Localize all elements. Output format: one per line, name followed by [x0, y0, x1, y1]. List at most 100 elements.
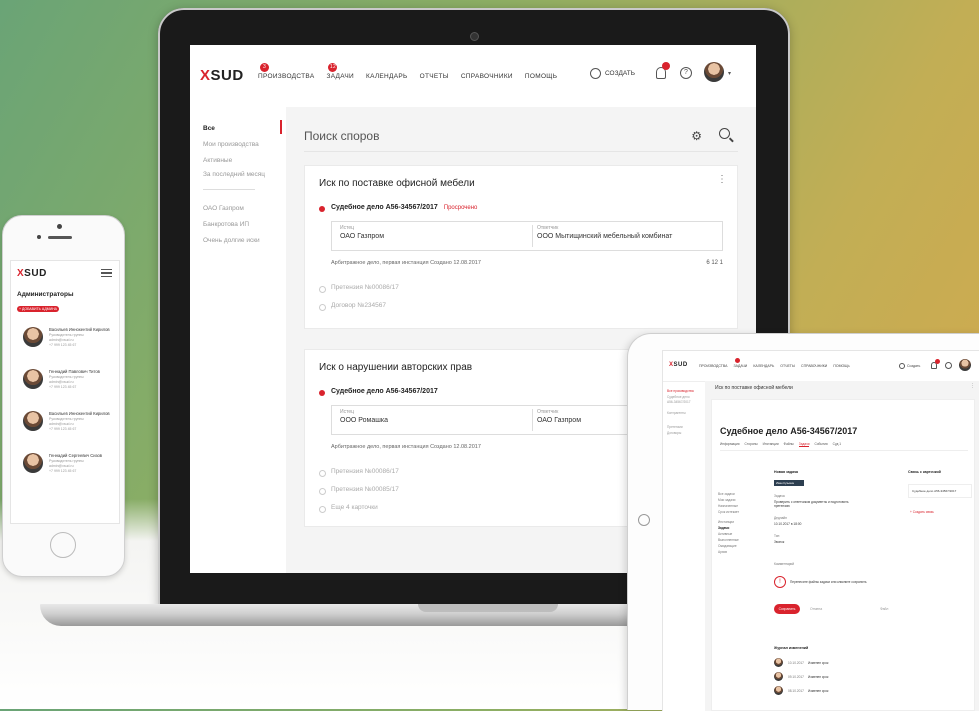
more-icon[interactable]: ⋮ [970, 383, 975, 389]
notification-badge [662, 62, 670, 70]
add-admin-button[interactable]: + ДОБАВИТЬ АДМИНА [17, 306, 59, 312]
tab-info[interactable]: Информация [720, 442, 740, 447]
linked-card[interactable]: Договор №234567 [318, 302, 386, 311]
card-title: Иск по поставке офисной мебели [715, 385, 793, 391]
avatar [23, 411, 43, 431]
filter-item-active[interactable]: Задачи [718, 526, 729, 530]
sidebar-item-last-month[interactable]: За последний месяц [203, 171, 265, 178]
more-icon[interactable]: ⋮ [717, 174, 727, 185]
list-item[interactable]: Геннадий Сергеевич Сизов Руководитель гр… [17, 449, 113, 483]
comment-field[interactable]: Комментарий [774, 562, 794, 566]
case-meta: Арбитражное дело, первая инстанция Созда… [331, 444, 481, 450]
deadline-field[interactable]: 10.10.2017 в 18:00 [774, 522, 801, 526]
linked-card[interactable]: Претензия №00086/17 [319, 468, 399, 477]
sidebar-item-gazprom[interactable]: ОАО Газпром [203, 205, 244, 212]
card-title: Иск по поставке офисной мебели [319, 178, 475, 189]
plaintiff: Истец ОАО Газпром [340, 225, 385, 240]
nav-tasks[interactable]: ЗАДАЧИ [733, 358, 747, 368]
linked-card[interactable]: Претензия №00085/17 [319, 486, 399, 495]
logo[interactable]: XSUD [669, 362, 688, 368]
assignee-chip[interactable]: Иван Кузьмин [774, 480, 804, 486]
help-icon[interactable] [945, 362, 952, 369]
plaintiff: Истец ООО Ромашка [340, 409, 388, 424]
tab-tasks[interactable]: Задачи [798, 442, 810, 447]
attach-button[interactable]: Файл [880, 607, 888, 611]
nav-calendar[interactable]: КАЛЕНДАРЬ [753, 364, 774, 368]
filter-item[interactable]: Ожидающие [718, 544, 737, 548]
filter-item[interactable]: Назначенные [718, 504, 738, 508]
plus-circle-icon [899, 363, 905, 369]
nav-productions[interactable]: ПРОИЗВОДСТВА [699, 364, 727, 368]
filter-item[interactable]: Инстанции [718, 520, 734, 524]
tab-files[interactable]: Файлы [784, 442, 794, 447]
filter-item[interactable]: Активные [718, 532, 732, 536]
home-button[interactable] [50, 532, 76, 558]
log-date: 10.10.2017 [788, 661, 804, 665]
sidebar-item[interactable]: Контрагенты [667, 411, 686, 415]
nav-calendar[interactable]: КАЛЕНДАРЬ [366, 73, 408, 80]
nav-reports[interactable]: ОТЧЕТЫ [420, 73, 449, 80]
main-nav: ПРОИЗВОДСТВА ЗАДАЧИ КАЛЕНДАРЬ ОТЧЕТЫ СПР… [699, 358, 850, 368]
sidebar-item[interactable]: Судебное дело [667, 395, 690, 399]
menu-icon[interactable] [101, 269, 112, 277]
linked-card[interactable]: Судебное дело А56-34567/2017 [908, 484, 972, 498]
sidebar-item-bankrotova[interactable]: Банкротова ИП [203, 221, 249, 228]
search-bar[interactable]: Поиск споров ⚙ [304, 121, 738, 152]
logo[interactable]: XSUD [17, 268, 47, 279]
sidebar-item[interactable]: А56-34567/2017 [667, 400, 691, 404]
tab-parties[interactable]: Стороны [745, 442, 758, 447]
nav-reports[interactable]: ОТЧЕТЫ [780, 364, 795, 368]
filter-item[interactable]: Срок истекает [718, 510, 739, 514]
sidebar-item-active[interactable]: Активные [203, 157, 232, 164]
sidebar-item-all[interactable]: Все [203, 125, 215, 132]
sidebar-item[interactable]: Претензии [667, 425, 683, 429]
list-item[interactable]: Геннадий Павлович Титов Руководитель гру… [17, 365, 113, 399]
type-select[interactable]: Звонок [774, 540, 784, 544]
list-item[interactable]: Васильев Иннокентий Кирилов Руководитель… [17, 407, 113, 441]
filter-item[interactable]: Архив [718, 550, 727, 554]
home-button[interactable] [638, 514, 650, 526]
nav-productions[interactable]: 3 ПРОИЗВОДСТВА [258, 63, 314, 80]
search-input[interactable]: Поиск споров [304, 129, 379, 143]
case-title[interactable]: Судебное дело А56-34567/2017 Просрочено [331, 204, 477, 211]
avatar[interactable] [959, 359, 971, 371]
tab-events[interactable]: События [814, 442, 827, 447]
phone-device: XSUD Администраторы + ДОБАВИТЬ АДМИНА Ва… [2, 215, 125, 577]
nav-help[interactable]: ПОМОЩЬ [833, 364, 849, 368]
create-button[interactable]: СОЗДАТЬ [590, 68, 635, 79]
avatar [23, 453, 43, 473]
file-drop-hint[interactable]: ! Перенесите файлы задачи или кликните с… [774, 576, 934, 592]
chevron-down-icon[interactable]: ▾ [728, 70, 731, 77]
nav-help[interactable]: ПОМОЩЬ [525, 73, 557, 80]
linked-card[interactable]: Претензия №00086/17 [319, 284, 399, 293]
filter-item[interactable]: Мои задачи [718, 498, 735, 502]
attachment-counts: 6 12 1 [706, 260, 723, 266]
filter-icon[interactable]: ⚙ [691, 129, 702, 143]
filter-item[interactable]: Выполненные [718, 538, 739, 542]
tab-court[interactable]: Суд 1 [833, 442, 841, 447]
nav-tasks[interactable]: 12 ЗАДАЧИ [326, 63, 354, 80]
logo[interactable]: XSUD [200, 67, 244, 84]
create-button[interactable]: Создать [899, 363, 920, 369]
sidebar-item[interactable]: Договоры [667, 431, 681, 435]
list-item[interactable]: Васильев Иннокентий Кирилов Руководитель… [17, 323, 113, 357]
nav-directories[interactable]: СПРАВОЧНИКИ [461, 73, 513, 80]
more-cards-link[interactable]: Еще 4 карточки [319, 504, 378, 513]
sidebar-item-my[interactable]: Мои производства [203, 141, 259, 148]
create-link-button[interactable]: + Создать связь [910, 510, 934, 514]
main-nav: 3 ПРОИЗВОДСТВА 12 ЗАДАЧИ КАЛЕНДАРЬ ОТЧЕТЫ … [258, 63, 557, 80]
nav-directories[interactable]: СПРАВОЧНИКИ [801, 364, 827, 368]
sidebar: Все производства Судебное дело А56-34567… [663, 381, 705, 711]
cancel-button[interactable]: Отмена [810, 607, 822, 611]
search-icon[interactable] [719, 128, 730, 139]
case-card[interactable]: Иск по поставке офисной мебели ⋮ Судебно… [304, 165, 738, 329]
filter-item[interactable]: Все задачи [718, 492, 735, 496]
sidebar-item[interactable]: Все производства [667, 389, 694, 393]
save-button[interactable]: Сохранить [774, 604, 800, 614]
tab-instances[interactable]: Инстанции [763, 442, 779, 447]
sidebar-item-long[interactable]: Очень долгие иски [203, 237, 260, 244]
help-icon[interactable]: ? [680, 67, 692, 79]
case-title[interactable]: Судебное дело А56-34567/2017 [331, 388, 438, 395]
task-field[interactable]: Проверить с ответчиком документы и подго… [774, 500, 864, 508]
avatar[interactable] [704, 62, 724, 82]
